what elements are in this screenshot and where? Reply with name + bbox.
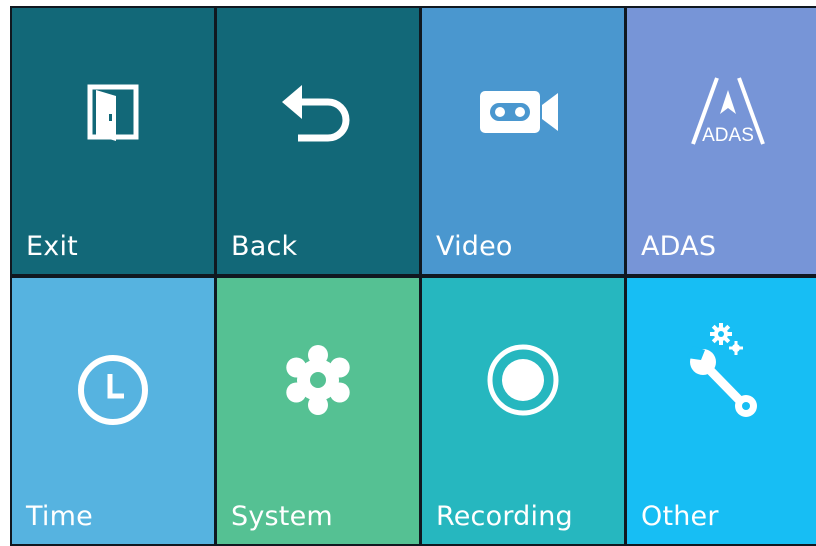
tile-exit[interactable]: Exit [12,8,214,274]
tile-label: Video [436,231,513,262]
tile-other[interactable]: Other [627,278,816,544]
tile-recording[interactable]: Recording [422,278,624,544]
exit-door-icon [68,67,158,157]
tile-label: Back [231,231,298,262]
tile-label: ADAS [641,231,717,262]
tile-label: System [231,501,333,532]
tile-system[interactable]: System [217,278,419,544]
clock-icon [68,345,158,435]
settings-menu-grid: Exit Back Video ADAS ADAS Time System Re… [12,8,816,544]
adas-icon-text: ADAS [702,125,754,146]
tile-video[interactable]: Video [422,8,624,274]
tile-label: Time [26,501,93,532]
tile-label: Exit [26,231,78,262]
tile-label: Other [641,501,719,532]
tile-label: Recording [436,501,573,532]
record-icon [478,335,568,425]
tile-adas[interactable]: ADAS ADAS [627,8,816,274]
gear-icon [273,335,363,425]
adas-road-icon: ADAS [683,67,773,157]
tile-time[interactable]: Time [12,278,214,544]
settings-menu-frame: Exit Back Video ADAS ADAS Time System Re… [10,6,816,546]
back-arrow-icon [273,67,363,157]
tile-back[interactable]: Back [217,8,419,274]
video-camera-icon [478,67,568,157]
wrench-gear-icon [683,323,773,417]
